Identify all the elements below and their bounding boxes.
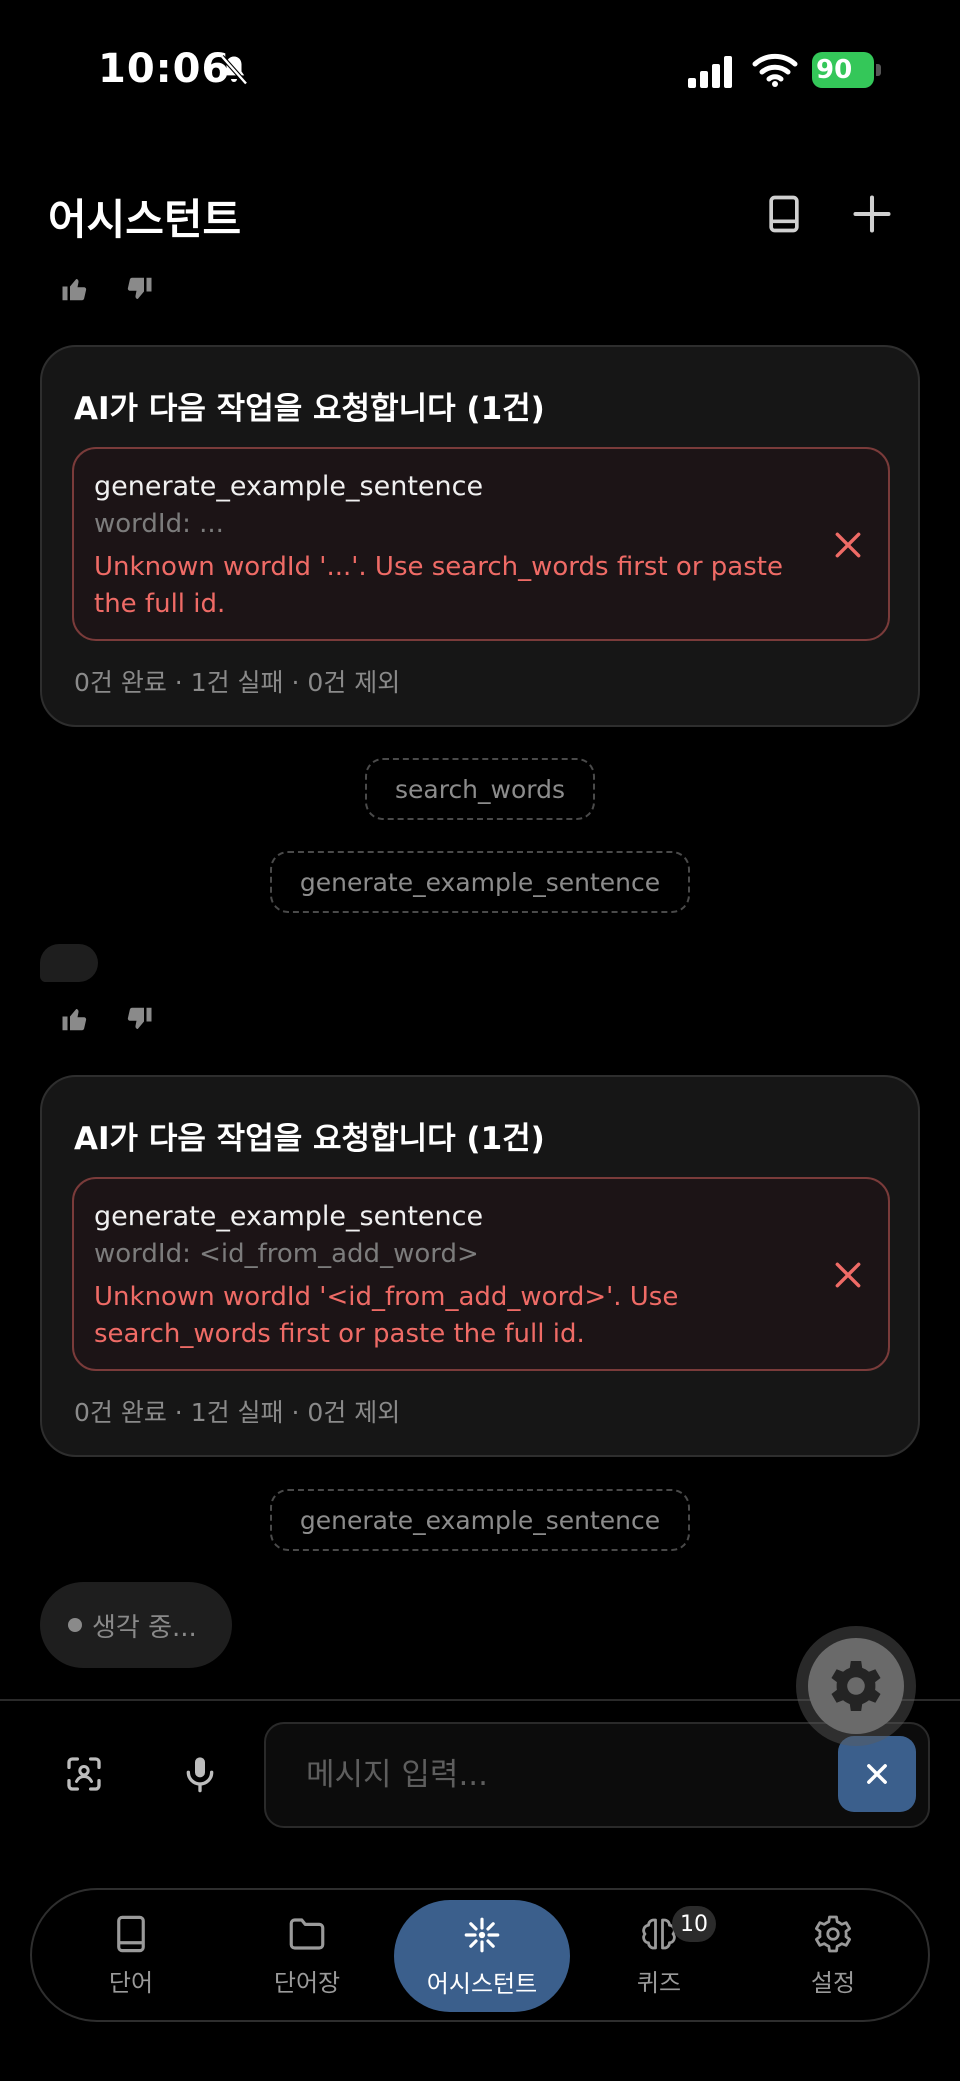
thinking-dot xyxy=(68,1618,82,1632)
nav-item-settings[interactable]: 설정 xyxy=(748,1890,918,2020)
thinking-indicator: 생각 중... xyxy=(40,1582,232,1668)
nav-label: 어시스턴트 xyxy=(426,1969,538,1998)
nav-item-words[interactable]: 단어 xyxy=(46,1890,216,2020)
close-icon[interactable] xyxy=(832,529,864,561)
battery-level: 90 xyxy=(816,55,853,85)
microphone-icon[interactable] xyxy=(180,1754,220,1794)
bottom-navigation: 단어 단어장 어시스턴트 퀴즈 10 설정 xyxy=(30,1888,930,2022)
assistant-message-bubble xyxy=(40,944,98,982)
nav-item-assistant[interactable]: 어시스턴트 xyxy=(394,1900,570,2012)
card-summary: 0건 완료 · 1건 실패 · 0건 제외 xyxy=(74,1398,401,1427)
card-title: AI가 다음 작업을 요청합니다 (1건) xyxy=(74,391,545,427)
nav-item-wordbooks[interactable]: 단어장 xyxy=(222,1890,392,2020)
tool-error: Unknown wordId '<id_from_add_word>'. Use… xyxy=(94,1282,679,1349)
tool-name: generate_example_sentence xyxy=(94,471,484,502)
sparkle-icon xyxy=(464,1917,500,1952)
status-time: 10:06 xyxy=(98,46,231,92)
tool-request-card: AI가 다음 작업을 요청합니다 (1건) generate_example_s… xyxy=(40,345,920,727)
plus-icon[interactable] xyxy=(850,192,894,236)
card-title: AI가 다음 작업을 요청합니다 (1건) xyxy=(74,1121,545,1157)
wifi-icon xyxy=(752,53,798,87)
gear-icon xyxy=(831,1660,881,1712)
cellular-signal-icon xyxy=(688,56,732,88)
thinking-label: 생각 중... xyxy=(92,1612,197,1643)
tool-chip-search-words: search_words xyxy=(365,758,595,820)
thumbs-up-icon[interactable] xyxy=(58,1004,92,1034)
nav-label: 단어 xyxy=(108,1968,154,1997)
tool-call-box: generate_example_sentence wordId: ... Un… xyxy=(72,447,890,641)
card-summary: 0건 완료 · 1건 실패 · 0건 제외 xyxy=(74,668,401,697)
quiz-count-badge: 10 xyxy=(672,1906,716,1942)
folder-icon xyxy=(289,1917,325,1950)
thumbs-up-icon[interactable] xyxy=(58,274,92,304)
tool-argument: wordId: ... xyxy=(94,509,224,539)
tool-argument: wordId: <id_from_add_word> xyxy=(94,1239,479,1269)
thumbs-down-icon[interactable] xyxy=(122,274,156,304)
tool-error: Unknown wordId '...'. Use search_words f… xyxy=(94,552,783,619)
scan-icon[interactable] xyxy=(64,1754,104,1794)
gear-icon xyxy=(814,1915,852,1952)
tool-call-box: generate_example_sentence wordId: <id_fr… xyxy=(72,1177,890,1371)
tool-name: generate_example_sentence xyxy=(94,1201,484,1232)
assistant-screen: 10:06 90 어시스턴트 AI가 다음 작업을 요청합니다 (1건) gen… xyxy=(0,0,960,2081)
nav-label: 퀴즈 xyxy=(636,1968,682,1997)
cancel-button[interactable] xyxy=(838,1736,916,1812)
nav-item-quiz[interactable]: 퀴즈 10 xyxy=(574,1890,744,2020)
book-icon[interactable] xyxy=(762,192,806,236)
settings-fab[interactable] xyxy=(808,1638,904,1734)
tool-chip-generate-example: generate_example_sentence xyxy=(270,851,690,913)
thumbs-down-icon[interactable] xyxy=(122,1004,156,1034)
close-icon[interactable] xyxy=(832,1259,864,1291)
tool-chip-generate-example: generate_example_sentence xyxy=(270,1489,690,1551)
nav-label: 단어장 xyxy=(273,1968,341,1997)
nav-label: 설정 xyxy=(810,1968,856,1997)
tool-request-card: AI가 다음 작업을 요청합니다 (1건) generate_example_s… xyxy=(40,1075,920,1457)
bell-muted-icon xyxy=(220,55,248,85)
battery-indicator: 90 xyxy=(812,52,882,88)
book-icon xyxy=(117,1915,145,1952)
close-icon xyxy=(867,1764,887,1784)
page-title: 어시스턴트 xyxy=(48,195,242,244)
